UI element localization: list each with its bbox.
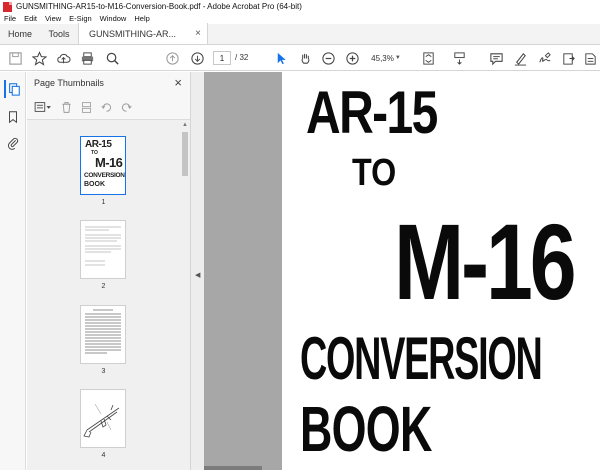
more-tools-icon[interactable] [581, 49, 599, 67]
menu-edit[interactable]: Edit [24, 14, 37, 23]
page-thumbnails-panel: Page Thumbnails × AR-15 TO M-16 CONVERSI… [27, 72, 190, 470]
thumbnail-cover-line-3: M-16 [95, 155, 123, 170]
tab-home[interactable]: Home [0, 23, 40, 44]
tab-document[interactable]: GUNSMITHING-AR... × [78, 23, 208, 44]
print-icon[interactable] [78, 49, 96, 67]
cover-title-line-5: BOOK [300, 393, 432, 465]
delete-page-icon[interactable] [58, 99, 74, 115]
cover-title-line-2: TO [352, 152, 397, 194]
thumbnail-page-2[interactable] [81, 221, 125, 278]
thumbnail-page-4[interactable] [81, 390, 125, 447]
acrobat-icon [3, 1, 12, 12]
panel-collapse-handle[interactable]: ◀ [190, 72, 204, 470]
menu-help[interactable]: Help [134, 14, 149, 23]
thumbnail-page-number: 4 [101, 452, 106, 459]
zoom-out-icon[interactable] [319, 49, 337, 67]
page-total: / 32 [235, 53, 249, 62]
menu-esign[interactable]: E-Sign [69, 14, 92, 23]
close-panel-icon[interactable]: × [174, 75, 182, 90]
menu-file[interactable]: File [4, 14, 16, 23]
thumbnail-cover-line-5: BOOK [84, 181, 105, 188]
cloud-upload-icon[interactable] [54, 49, 72, 67]
cover-title-line-3: M-16 [394, 201, 577, 322]
bookmark-star-icon[interactable] [30, 49, 48, 67]
page-number-input[interactable]: 1 [213, 51, 231, 65]
thumbnail-list: AR-15 TO M-16 CONVERSION BOOK 1 2 3 4 [27, 120, 180, 470]
toolbar: 1 / 32 45,3% ▼ [0, 45, 600, 71]
previous-page-icon[interactable] [163, 49, 181, 67]
tab-tools[interactable]: Tools [40, 23, 78, 44]
navigation-rail [0, 72, 26, 470]
insert-page-icon[interactable] [78, 99, 94, 115]
zoom-level-value: 45,3% [371, 53, 394, 63]
scrollbar-thumb[interactable] [182, 132, 188, 176]
pdf-page: AR-15 TO M-16 CONVERSION BOOK [282, 72, 600, 470]
tab-document-label: GUNSMITHING-AR... [89, 28, 176, 39]
thumbnail-page-number: 3 [101, 368, 106, 375]
thumbnail-scrollbar[interactable]: ▲ [180, 120, 190, 470]
thumbnail-page-3[interactable] [81, 306, 125, 363]
highlight-pen-icon[interactable] [511, 49, 529, 67]
rotate-left-icon[interactable] [98, 99, 114, 115]
hand-tool-icon[interactable] [296, 49, 314, 67]
save-icon[interactable] [6, 49, 24, 67]
zoom-level-select[interactable]: 45,3% ▼ [368, 51, 404, 65]
window-title: GUNSMITHING-AR15-to-M16-Conversion-Book.… [16, 2, 302, 11]
scroll-up-icon[interactable]: ▲ [182, 122, 188, 128]
document-viewport[interactable]: AR-15 TO M-16 CONVERSION BOOK [204, 72, 600, 470]
sign-icon[interactable] [535, 49, 553, 67]
comment-icon[interactable] [487, 49, 505, 67]
panel-toolbar [32, 98, 138, 116]
thumbnail-page-1[interactable]: AR-15 TO M-16 CONVERSION BOOK [81, 137, 125, 194]
rotate-right-icon[interactable] [118, 99, 134, 115]
next-page-icon[interactable] [188, 49, 206, 67]
thumbnail-cover-line-1: AR-15 [85, 139, 112, 150]
scroll-mode-icon[interactable] [450, 49, 468, 67]
zoom-search-icon[interactable] [103, 49, 121, 67]
horizontal-scrollbar-thumb[interactable] [204, 466, 262, 470]
chevron-down-icon: ▼ [394, 55, 401, 61]
share-icon[interactable] [559, 49, 577, 67]
page-fit-icon[interactable] [419, 49, 437, 67]
title-bar: GUNSMITHING-AR15-to-M16-Conversion-Book.… [0, 0, 600, 13]
thumbnail-cover-line-4: CONVERSION [84, 172, 125, 179]
close-tab-icon[interactable]: × [195, 28, 201, 39]
collapse-arrow-icon: ◀ [195, 272, 201, 279]
zoom-in-icon[interactable] [343, 49, 361, 67]
thumbnail-options-icon[interactable] [32, 99, 54, 115]
menu-view[interactable]: View [45, 14, 61, 23]
attachments-paperclip-icon[interactable] [4, 134, 22, 152]
thumbnail-page-number: 1 [101, 199, 106, 206]
menu-window[interactable]: Window [100, 14, 127, 23]
bookmarks-panel-icon[interactable] [4, 108, 22, 126]
thumbnail-text-lines [85, 309, 121, 354]
rifle-illustration [83, 403, 120, 438]
thumbnail-page-number: 2 [101, 283, 106, 290]
tab-bar: Home Tools GUNSMITHING-AR... × [0, 23, 600, 45]
thumbnail-text-lines [85, 226, 121, 266]
thumbnails-panel-icon[interactable] [4, 80, 22, 98]
select-cursor-icon[interactable] [272, 49, 290, 67]
panel-title: Page Thumbnails [34, 78, 104, 88]
cover-title-line-4: CONVERSION [300, 325, 543, 392]
cover-title-line-1: AR-15 [306, 79, 438, 146]
